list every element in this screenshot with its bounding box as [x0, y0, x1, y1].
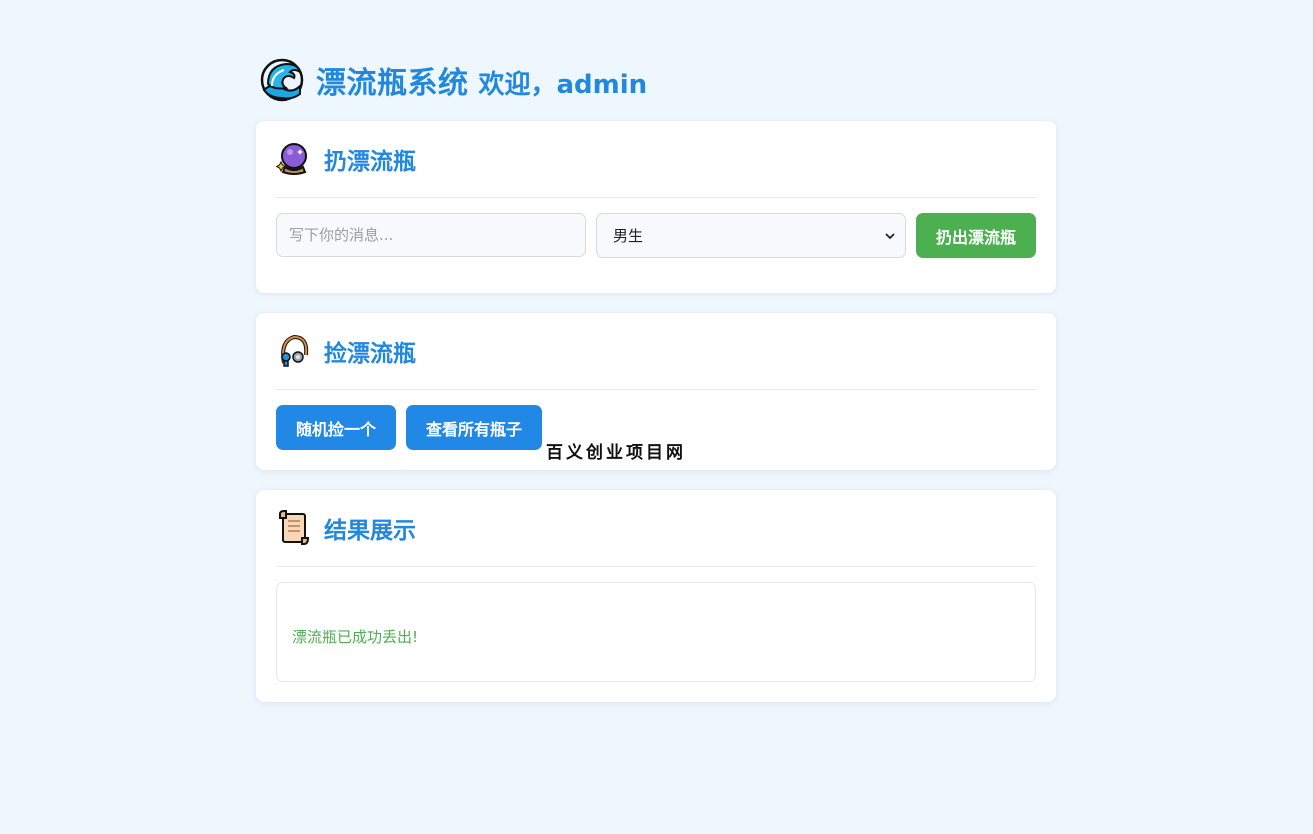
gender-select[interactable]: 男生	[596, 213, 906, 258]
crystal-ball-icon	[276, 143, 307, 175]
pick-card-header: 捡漂流瓶	[276, 313, 1036, 390]
random-pick-button[interactable]: 随机捡一个	[276, 405, 396, 450]
message-input[interactable]	[276, 213, 586, 257]
throw-card-title: 扔漂流瓶	[324, 149, 416, 175]
result-status-message: 漂流瓶已成功丢出!	[292, 627, 419, 646]
pick-card-title: 捡漂流瓶	[324, 341, 416, 367]
page-title: 漂流瓶系统	[316, 66, 469, 101]
gender-select-value: 男生	[613, 227, 644, 245]
result-card-title: 结果展示	[324, 518, 416, 544]
throw-card-header: 扔漂流瓶	[276, 121, 1036, 198]
chevron-down-icon	[885, 232, 895, 239]
page-header: 漂流瓶系统 欢迎，admin	[258, 50, 1056, 110]
result-card-header: 结果展示	[276, 490, 1036, 567]
throw-bottle-button[interactable]: 扔出漂流瓶	[916, 213, 1036, 258]
main-container: 漂流瓶系统 欢迎，admin 扔漂流瓶 男生 扔出漂流瓶	[256, 50, 1056, 702]
result-display: 漂流瓶已成功丢出!	[276, 582, 1036, 682]
scroll-icon	[279, 510, 310, 545]
welcome-text: 欢迎，admin	[478, 69, 648, 100]
result-card: 结果展示 漂流瓶已成功丢出!	[256, 490, 1056, 702]
pick-bottle-card: 捡漂流瓶 随机捡一个 查看所有瓶子 百义创业项目网	[256, 313, 1056, 470]
throw-bottle-card: 扔漂流瓶 男生 扔出漂流瓶	[256, 121, 1056, 293]
view-all-bottles-button[interactable]: 查看所有瓶子	[406, 405, 542, 450]
watermark-text: 百义创业项目网	[546, 443, 686, 463]
fishing-hook-icon	[281, 334, 309, 367]
water-wave-icon	[260, 58, 304, 102]
throw-form: 男生 扔出漂流瓶	[276, 213, 1036, 258]
